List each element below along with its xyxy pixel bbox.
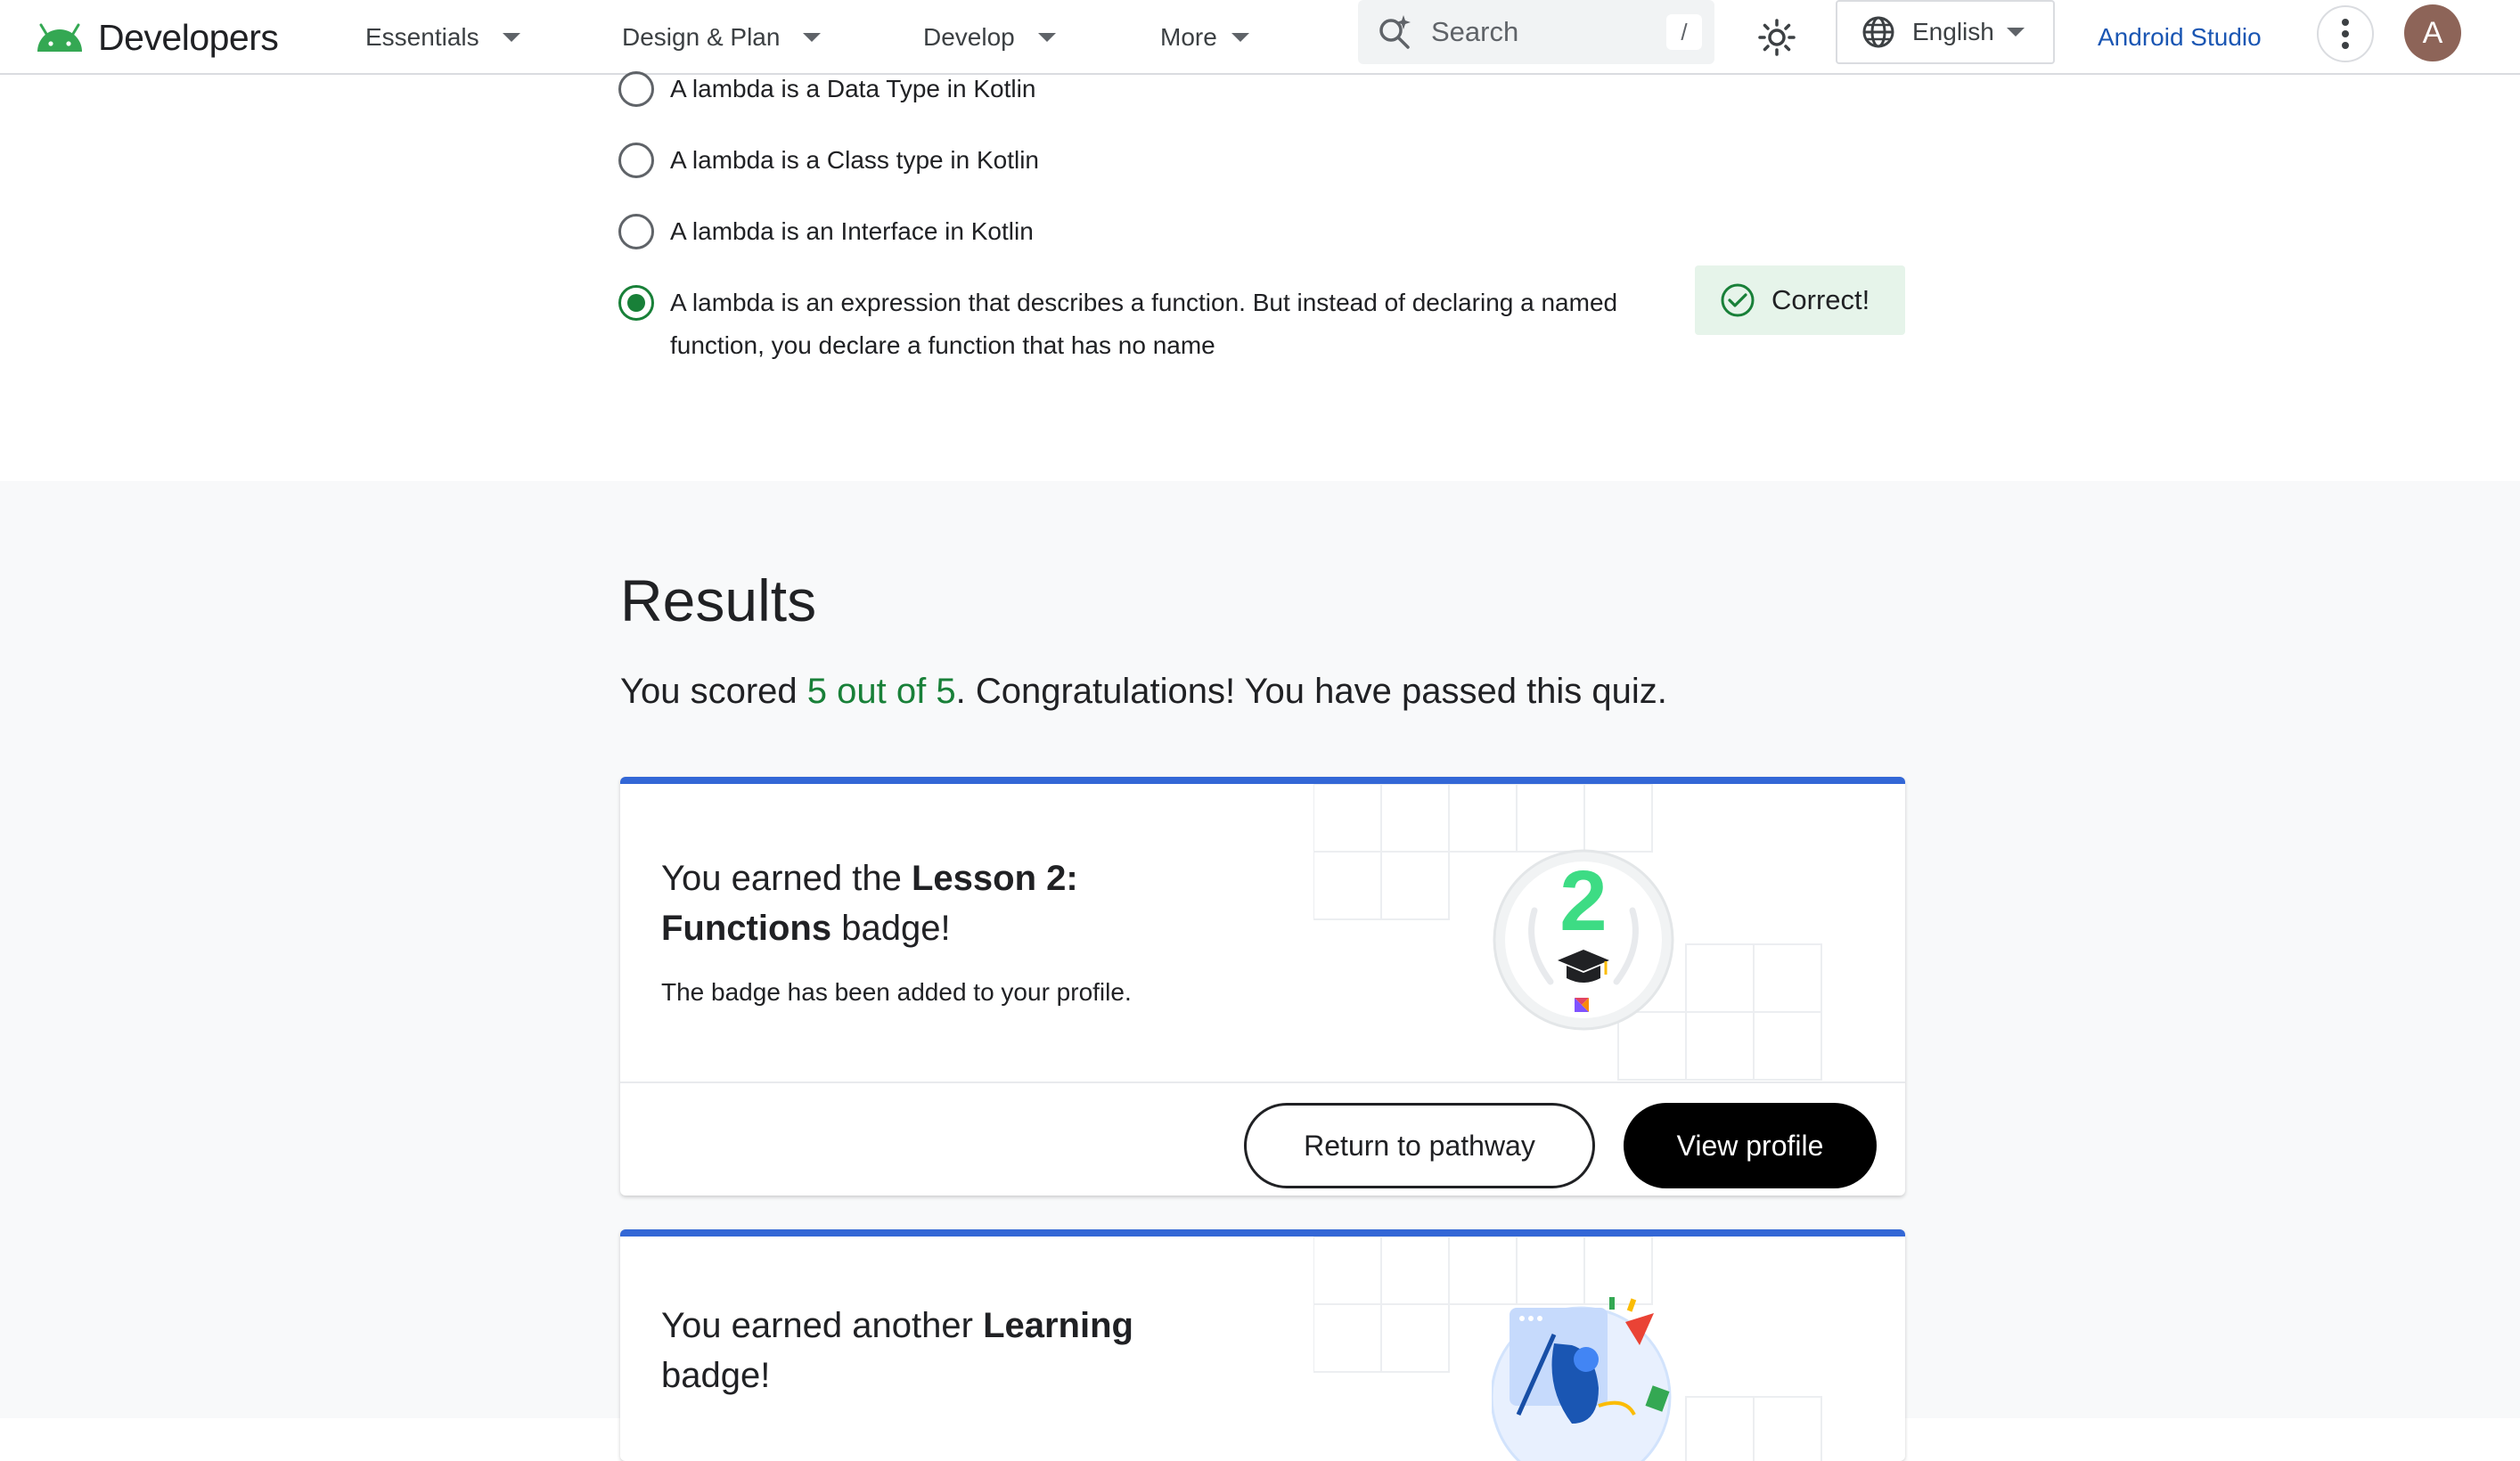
badge-number: 2 <box>1559 853 1607 949</box>
learning-badge-card: You earned another Learning badge! <box>620 1229 1905 1461</box>
top-app-bar: Developers Essentials Design & Plan Deve… <box>0 0 2520 75</box>
more-options-button[interactable] <box>2317 5 2374 62</box>
view-profile-button[interactable]: View profile <box>1624 1103 1877 1188</box>
score-summary: You scored 5 out of 5. Congratulations! … <box>620 672 1667 712</box>
language-label: English <box>1912 18 1994 45</box>
learning-card-title: You earned another Learning badge! <box>661 1301 1196 1400</box>
radio-button[interactable] <box>618 214 654 249</box>
nav-label: Develop <box>923 23 1015 51</box>
search-input[interactable]: Search / <box>1358 0 1714 64</box>
sun-icon <box>1758 19 1796 56</box>
quiz-option[interactable]: A lambda is an Interface in Kotlin <box>618 214 1034 253</box>
quiz-option-selected[interactable]: A lambda is an expression that describes… <box>618 285 1617 367</box>
badge-earned-card: You earned the Lesson 2: Functions badge!… <box>620 777 1905 1196</box>
score-value: 5 out of 5 <box>806 672 956 711</box>
search-sparkle-icon <box>1379 15 1411 49</box>
nav-essentials[interactable]: Essentials <box>365 16 520 59</box>
feedback-text: Correct! <box>1771 284 1870 315</box>
score-prefix: You scored <box>620 672 807 711</box>
results-heading: Results <box>620 567 817 633</box>
globe-icon <box>1862 16 1894 48</box>
quiz-option[interactable]: A lambda is a Data Type in Kotlin <box>618 71 1035 110</box>
radio-button[interactable] <box>618 143 654 178</box>
badge-card-title: You earned the Lesson 2: Functions badge! <box>661 853 1196 953</box>
option-label: A lambda is a Class type in Kotlin <box>670 146 1039 174</box>
option-label-line: A lambda is an expression that describes… <box>670 289 1618 316</box>
nav-design-plan[interactable]: Design & Plan <box>622 16 822 59</box>
avatar[interactable]: A <box>2404 4 2461 61</box>
chevron-down-icon <box>502 33 520 42</box>
chevron-down-icon <box>1037 33 1056 42</box>
correct-feedback: Correct! <box>1695 265 1905 335</box>
card-divider <box>620 1081 1905 1083</box>
title-text: badge! <box>661 1356 771 1395</box>
developers-logo[interactable]: Developers <box>34 16 279 59</box>
return-to-pathway-button[interactable]: Return to pathway <box>1244 1103 1595 1188</box>
android-studio-link[interactable]: Android Studio <box>2098 16 2262 59</box>
title-text: You earned the <box>661 859 912 898</box>
nav-label: Design & Plan <box>622 23 781 51</box>
chevron-down-icon <box>1231 33 1249 42</box>
chevron-down-icon <box>803 33 822 42</box>
theme-toggle-button[interactable] <box>1752 12 1802 62</box>
title-text: badge! <box>831 909 951 948</box>
check-circle-icon <box>1721 283 1755 317</box>
title-text: You earned another <box>661 1306 984 1345</box>
chevron-down-icon <box>2006 28 2025 37</box>
title-bold: Functions <box>661 909 832 948</box>
more-vert-icon <box>2342 19 2349 49</box>
score-suffix: . Congratulations! You have passed this … <box>955 672 1667 711</box>
option-label: A lambda is a Data Type in Kotlin <box>670 75 1036 102</box>
nav-develop[interactable]: Develop <box>923 16 1056 59</box>
radio-button[interactable] <box>618 71 654 107</box>
badge-card-subtitle: The badge has been added to your profile… <box>661 978 1132 1006</box>
quiz-option[interactable]: A lambda is a Class type in Kotlin <box>618 143 1039 182</box>
nav-label: Essentials <box>365 23 479 51</box>
nav-more[interactable]: More <box>1160 16 1249 59</box>
title-bold: Lesson 2: <box>912 859 1078 898</box>
language-selector[interactable]: English <box>1836 0 2055 64</box>
nav-label: More <box>1160 23 1217 51</box>
android-head-icon <box>37 23 82 52</box>
search-shortcut-key: / <box>1666 14 1702 50</box>
title-bold: Learning <box>983 1306 1133 1345</box>
learning-badge-icon <box>1492 1297 1672 1461</box>
option-label-line: function, you declare a function that ha… <box>670 331 1215 359</box>
option-label: A lambda is an Interface in Kotlin <box>670 217 1034 245</box>
radio-button-checked[interactable] <box>618 285 654 321</box>
brand-name: Developers <box>98 16 279 58</box>
search-placeholder: Search <box>1431 16 1519 47</box>
lesson-badge-icon: 2 <box>1493 849 1674 1031</box>
option-label: A lambda is an expression that describes… <box>670 282 1617 367</box>
